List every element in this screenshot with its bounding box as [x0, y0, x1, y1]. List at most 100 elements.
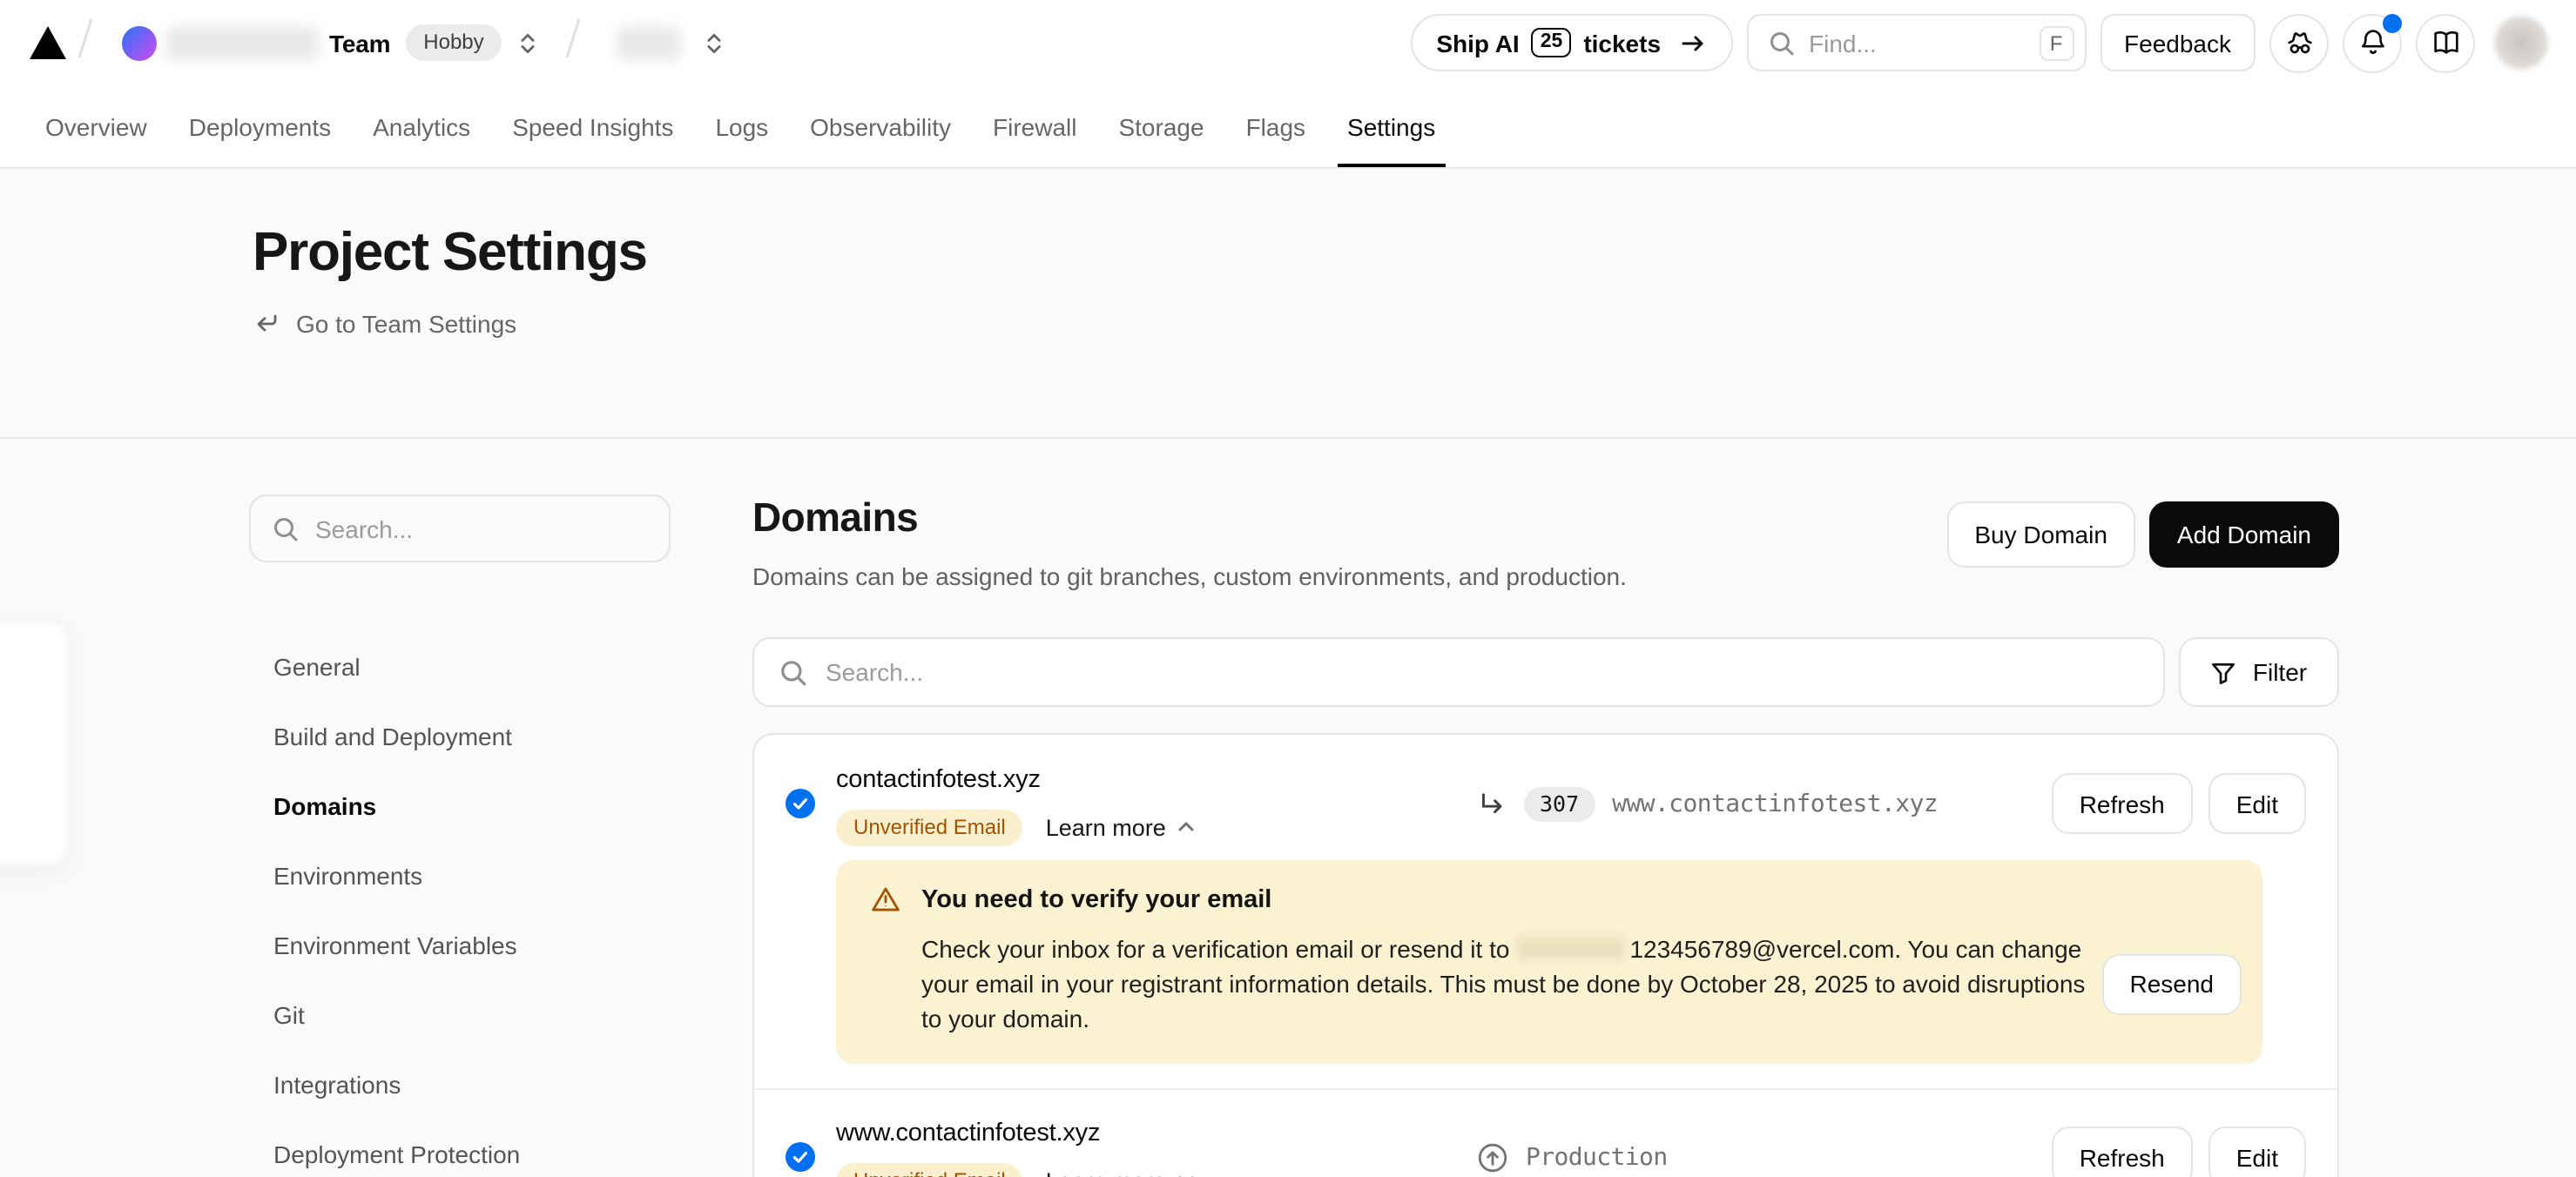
sidebar-nav: General Build and Deployment Domains Env…: [249, 632, 671, 1177]
domains-description: Domains can be assigned to git branches,…: [752, 562, 1627, 590]
domains-search-input[interactable]: [826, 658, 2139, 686]
tab-deployments[interactable]: Deployments: [168, 85, 352, 167]
learn-more-label: Learn more: [1046, 814, 1166, 840]
domains-title: Domains: [752, 494, 1627, 541]
ship-ai-prefix: Ship AI: [1436, 29, 1519, 57]
warning-triangle-icon: [871, 884, 900, 914]
detective-icon: [2283, 26, 2316, 59]
tab-storage[interactable]: Storage: [1097, 85, 1224, 167]
edit-button[interactable]: Edit: [2208, 773, 2306, 834]
warning-title: You need to verify your email: [921, 885, 1271, 913]
domains-section: Domains Domains can be assigned to git b…: [752, 494, 2339, 1177]
verified-check-icon: [786, 789, 815, 818]
project-switcher-chevrons-icon[interactable]: [702, 30, 726, 55]
filter-label: Filter: [2253, 658, 2307, 686]
find-search-box[interactable]: F: [1746, 14, 2086, 71]
top-nav-right: Ship AI 25 tickets F Feedback: [1410, 13, 2548, 72]
tab-settings[interactable]: Settings: [1326, 85, 1456, 167]
unverified-email-badge: Unverified Email: [836, 809, 1023, 845]
domain-name[interactable]: www.contactinfotest.xyz: [836, 1116, 1477, 1151]
support-detective-button[interactable]: [2269, 13, 2329, 72]
redirect-arrow-icon: [1477, 789, 1507, 818]
sidebar-item-domains[interactable]: Domains: [249, 771, 671, 841]
team-name-suffix[interactable]: Team: [329, 29, 390, 57]
domains-header: Domains Domains can be assigned to git b…: [752, 494, 2339, 590]
tab-logs[interactable]: Logs: [694, 85, 789, 167]
learn-more-link[interactable]: Learn more: [1046, 814, 1197, 840]
breadcrumb-slash-icon: [73, 14, 98, 71]
sidebar-item-environment-variables[interactable]: Environment Variables: [249, 911, 671, 980]
breadcrumb-slash-icon: [561, 14, 585, 71]
sidebar-search-box[interactable]: [249, 494, 671, 562]
redirect-target: www.contactinfotest.xyz: [1612, 790, 1938, 817]
tab-analytics[interactable]: Analytics: [352, 85, 491, 167]
project-name-redacted: [617, 25, 681, 60]
settings-sidebar: General Build and Deployment Domains Env…: [249, 494, 671, 1177]
chevron-down-icon: [1177, 1170, 1197, 1177]
domains-search-row: Filter: [752, 637, 2339, 707]
sidebar-item-build-and-deployment[interactable]: Build and Deployment: [249, 702, 671, 771]
redirect-status-code: 307: [1524, 786, 1595, 821]
ship-ai-tickets-button[interactable]: Ship AI 25 tickets: [1410, 14, 1732, 71]
find-shortcut-key: F: [2039, 25, 2074, 60]
feedback-button[interactable]: Feedback: [2100, 14, 2256, 71]
refresh-button[interactable]: Refresh: [2052, 1127, 2193, 1177]
open-book-icon: [2429, 26, 2462, 59]
team-switcher-chevrons-icon[interactable]: [516, 30, 540, 55]
search-icon: [779, 657, 808, 687]
resend-button[interactable]: Resend: [2101, 953, 2242, 1014]
sidebar-item-general[interactable]: General: [249, 632, 671, 702]
domains-list-panel: contactinfotest.xyz Unverified Email Lea…: [752, 733, 2339, 1177]
notifications-button[interactable]: [2343, 13, 2402, 72]
tab-observability[interactable]: Observability: [789, 85, 972, 167]
filter-funnel-icon: [2211, 659, 2237, 685]
vercel-logo-icon[interactable]: [30, 26, 66, 59]
add-domain-button[interactable]: Add Domain: [2149, 501, 2339, 568]
chevron-up-icon: [1177, 817, 1197, 837]
sidebar-item-git[interactable]: Git: [249, 980, 671, 1050]
environment-label: Production: [1526, 1143, 1668, 1171]
production-circle-up-icon: [1477, 1141, 1508, 1173]
find-input[interactable]: [1809, 29, 2025, 57]
domains-search-box[interactable]: [752, 637, 2165, 707]
ticket-count-badge: 25: [1532, 28, 1572, 57]
learn-more-label: Learn more: [1046, 1167, 1166, 1177]
learn-more-link[interactable]: Learn more: [1046, 1167, 1197, 1177]
return-arrow-icon: [253, 310, 280, 338]
warning-body-start: Check your inbox for a verification emai…: [921, 935, 1509, 963]
tab-overview[interactable]: Overview: [24, 85, 168, 167]
sidebar-item-environments[interactable]: Environments: [249, 841, 671, 911]
sidebar-item-integrations[interactable]: Integrations: [249, 1050, 671, 1120]
tab-firewall[interactable]: Firewall: [972, 85, 1097, 167]
go-to-team-settings-link[interactable]: Go to Team Settings: [253, 310, 516, 338]
verify-email-warning: You need to verify your email Check your…: [836, 860, 2262, 1064]
team-name-redacted: [165, 25, 319, 60]
verified-check-icon: [786, 1142, 815, 1172]
domain-name[interactable]: contactinfotest.xyz: [836, 763, 1477, 797]
search-icon: [1767, 29, 1795, 57]
sidebar-item-deployment-protection[interactable]: Deployment Protection: [249, 1120, 671, 1177]
domain-row-contactinfotest: contactinfotest.xyz Unverified Email Lea…: [754, 735, 2337, 1088]
bell-icon: [2356, 26, 2389, 59]
vercel-project-settings-page: Team Hobby Ship AI 25 tickets: [0, 0, 2576, 1177]
edit-button[interactable]: Edit: [2208, 1127, 2306, 1177]
settings-content: General Build and Deployment Domains Env…: [0, 439, 2576, 1177]
docs-button[interactable]: [2416, 13, 2475, 72]
refresh-button[interactable]: Refresh: [2052, 773, 2193, 834]
page-title: Project Settings: [253, 221, 2576, 284]
sidebar-search-input[interactable]: [315, 515, 648, 542]
domain-row-www-contactinfotest: www.contactinfotest.xyz Unverified Email…: [754, 1088, 2337, 1177]
user-avatar[interactable]: [2494, 16, 2548, 70]
buy-domain-button[interactable]: Buy Domain: [1946, 501, 2135, 568]
team-avatar[interactable]: [122, 25, 157, 60]
filter-button[interactable]: Filter: [2179, 637, 2339, 707]
page-header: Project Settings Go to Team Settings: [0, 169, 2576, 439]
warning-body: Check your inbox for a verification emai…: [921, 932, 2099, 1036]
tab-speed-insights[interactable]: Speed Insights: [491, 85, 694, 167]
tab-flags[interactable]: Flags: [1225, 85, 1326, 167]
back-link-label: Go to Team Settings: [296, 310, 516, 338]
ship-ai-suffix: tickets: [1583, 29, 1661, 57]
plan-badge: Hobby: [406, 24, 501, 61]
notification-dot: [2383, 13, 2402, 32]
top-navigation: Team Hobby Ship AI 25 tickets: [0, 0, 2576, 85]
